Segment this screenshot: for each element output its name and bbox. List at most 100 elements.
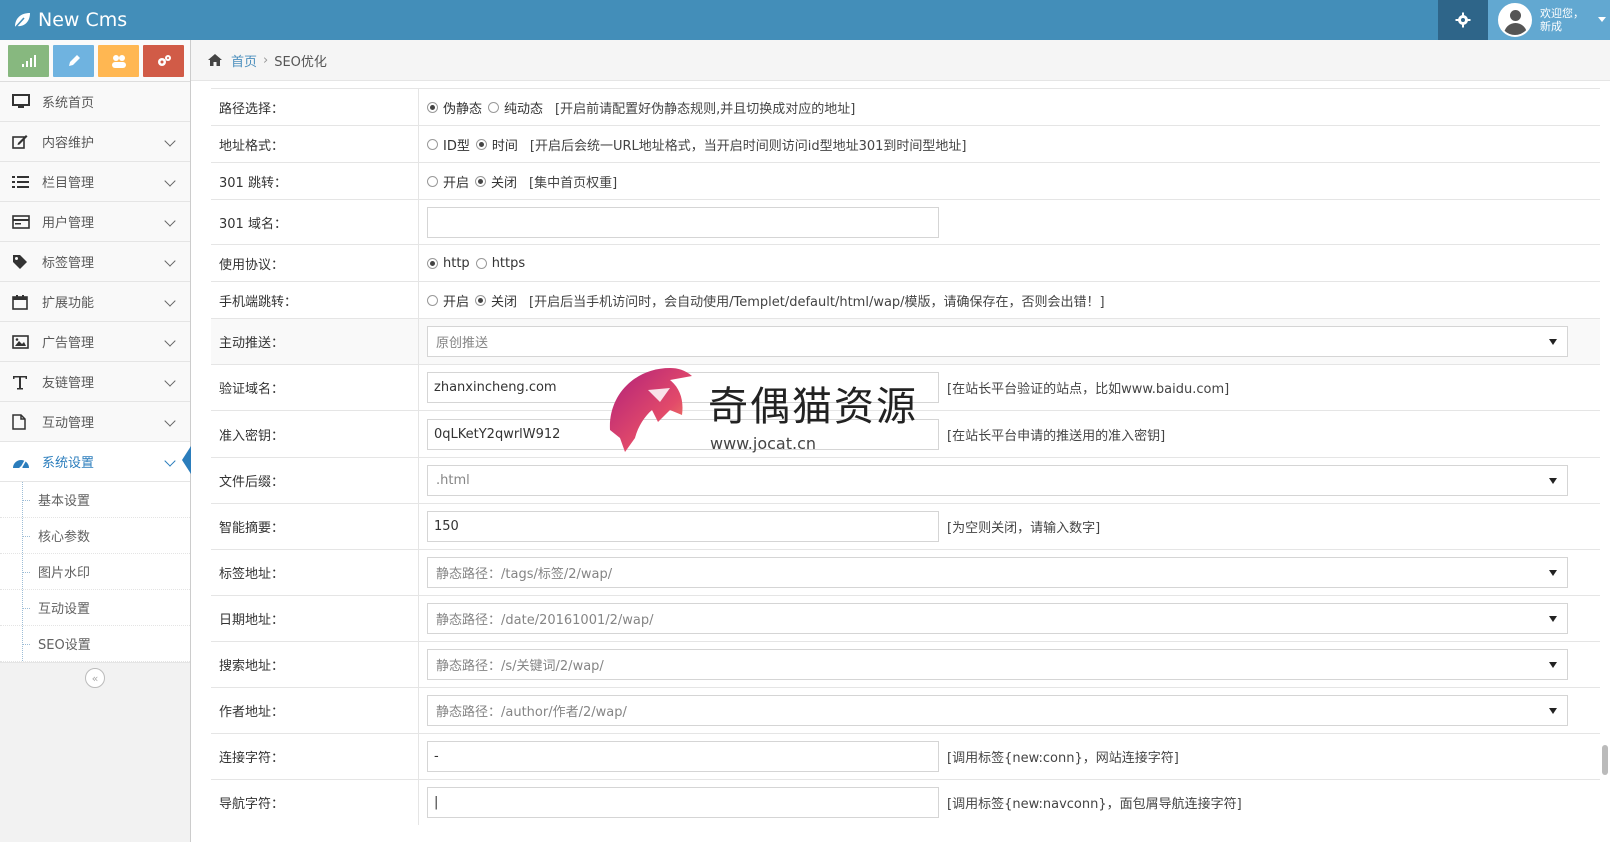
breadcrumb-current: SEO优化 (274, 54, 327, 70)
search-url-select[interactable]: 静态路径：/s/关键词/2/wap/ (427, 649, 1568, 680)
sidebar-item-5[interactable]: 扩展功能 (0, 282, 190, 322)
nav-char-input[interactable]: | (427, 787, 939, 818)
radio-label: http (443, 255, 470, 271)
sidebar-item-9[interactable]: 系统设置 (0, 442, 191, 482)
users-icon (111, 54, 126, 68)
sidebar-item-label: 用户管理 (42, 216, 95, 231)
text-icon (12, 374, 42, 390)
submenu-item-seo[interactable]: SEO设置 (0, 626, 190, 662)
shortcut-settings-button[interactable] (143, 44, 184, 77)
radio-label: ID型 (443, 138, 470, 154)
desktop-icon (12, 94, 42, 109)
field-label: 连接字符： (211, 734, 419, 779)
sidebar-item-6[interactable]: 广告管理 (0, 322, 190, 362)
radio-id-type[interactable] (427, 138, 438, 150)
verify-domain-input[interactable]: zhanxincheng.com (427, 372, 939, 403)
field-label: 301 域名： (211, 200, 419, 244)
radio-label: 伪静态 (443, 101, 483, 117)
username: 新成 (1540, 20, 1562, 33)
page-scrollbar[interactable] (1602, 745, 1608, 775)
form-row-file-suffix: 文件后缀： .html (211, 457, 1600, 503)
settings-gear-button[interactable] (1438, 0, 1488, 40)
conn-char-input[interactable]: - (427, 741, 939, 772)
radio-label: 开启 (443, 175, 470, 191)
sidebar-item-label: 栏目管理 (42, 176, 95, 191)
radio-301-on[interactable] (427, 175, 438, 187)
field-hint: [为空则关闭，请输入数字] (947, 521, 1101, 536)
home-icon (208, 54, 222, 66)
select-value: 原创推送 (436, 336, 489, 351)
card-icon (12, 214, 42, 229)
radio-label: 关闭 (491, 175, 518, 191)
sidebar-item-3[interactable]: 用户管理 (0, 202, 190, 242)
gear-icon (1455, 12, 1471, 28)
field-hint: [开启后当手机访问时，会自动使用/Templet/default/html/wa… (529, 294, 1105, 310)
push-select[interactable]: 原创推送 (427, 326, 1568, 357)
sidebar-item-8[interactable]: 互动管理 (0, 402, 190, 442)
sidebar-item-4[interactable]: 标签管理 (0, 242, 190, 282)
field-label: 路径选择： (211, 89, 419, 125)
form-row-access-key: 准入密钥： 0qLKetY2qwrlW912 [在站长平台申请的推送用的准入密钥… (211, 410, 1600, 457)
user-menu[interactable]: 欢迎您， 新成 (1488, 0, 1610, 40)
radio-time-type[interactable] (475, 138, 487, 150)
access-key-input[interactable]: 0qLKetY2qwrlW912 (427, 418, 939, 450)
brand-title: New Cms (38, 9, 128, 31)
field-label: 文件后缀： (211, 458, 419, 503)
submenu-item-core[interactable]: 核心参数 (0, 518, 190, 554)
form-row-301-domain: 301 域名： (211, 199, 1600, 244)
author-url-select[interactable]: 静态路径：/author/作者/2/wap/ (427, 695, 1568, 726)
sidebar-item-0[interactable]: 系统首页 (0, 82, 190, 122)
field-label: 手机端跳转： (211, 282, 419, 318)
field-label: 导航字符： (211, 780, 419, 825)
submenu-item-watermark[interactable]: 图片水印 (0, 554, 190, 590)
radio-dynamic[interactable] (488, 101, 500, 113)
chevron-down-icon (164, 295, 176, 307)
edit-icon (12, 134, 42, 149)
radio-pseudo-static[interactable] (427, 101, 438, 113)
caret-down-icon (1549, 478, 1557, 484)
date-url-select[interactable]: 静态路径：/date/20161001/2/wap/ (427, 603, 1568, 634)
file-suffix-select[interactable]: .html (427, 465, 1568, 496)
submenu-item-interaction[interactable]: 互动设置 (0, 590, 190, 626)
form-row-conn-char: 连接字符： - [调用标签{new:conn}，网站连接字符] (211, 733, 1600, 779)
signal-icon (21, 54, 36, 67)
form-row-search-url: 搜索地址： 静态路径：/s/关键词/2/wap/ (211, 641, 1600, 687)
domain-301-input[interactable] (427, 206, 939, 238)
field-label: 验证域名： (211, 365, 419, 410)
radio-http[interactable] (427, 257, 438, 269)
radio-label: 关闭 (491, 294, 518, 310)
top-navbar: New Cms 欢迎您， 新成 (0, 0, 1610, 40)
field-label: 地址格式： (211, 126, 419, 162)
caret-down-icon (1598, 17, 1606, 22)
smart-summary-input[interactable]: 150 (427, 511, 939, 542)
shortcut-stats-button[interactable] (8, 44, 49, 77)
tag-url-select[interactable]: 静态路径：/tags/标签/2/wap/ (427, 557, 1568, 588)
submenu-system-settings: 基本设置 核心参数 图片水印 互动设置 SEO设置 (0, 482, 190, 663)
sidebar-item-label: 扩展功能 (42, 296, 95, 311)
select-value: 静态路径：/s/关键词/2/wap/ (436, 659, 604, 674)
sidebar-item-label: 广告管理 (42, 336, 95, 351)
sidebar-collapse-button[interactable]: « (85, 668, 105, 688)
sidebar-item-7[interactable]: 友链管理 (0, 362, 190, 402)
radio-label: 纯动态 (504, 101, 544, 117)
sidebar: 系统首页 内容维护栏目管理用户管理标签管理扩展功能广告管理友链管理 互动管理 系统设置… (0, 40, 191, 842)
radio-https[interactable] (475, 257, 487, 269)
radio-mobile-off[interactable] (475, 294, 487, 306)
dashboard-icon (12, 455, 42, 469)
sidebar-item-2[interactable]: 栏目管理 (0, 162, 190, 202)
form-row-path-select: 路径选择： 伪静态 纯动态 [开启前请配置好伪静态规则,并且切换成对应的地址] (211, 88, 1600, 125)
sidebar-collapse-row: « (0, 663, 190, 693)
sidebar-item-1[interactable]: 内容维护 (0, 122, 190, 162)
picture-icon (12, 334, 42, 349)
radio-mobile-on[interactable] (427, 294, 438, 306)
breadcrumb-home-link[interactable]: 首页 (231, 51, 257, 70)
select-value: 静态路径：/tags/标签/2/wap/ (436, 567, 613, 582)
chevron-down-icon (164, 455, 176, 467)
submenu-item-basic[interactable]: 基本设置 (0, 482, 190, 518)
shortcut-edit-button[interactable] (53, 44, 94, 77)
brand-logo[interactable]: New Cms (12, 6, 127, 34)
chevron-down-icon (164, 335, 176, 347)
field-hint: [开启前请配置好伪静态规则,并且切换成对应的地址] (555, 101, 856, 117)
radio-301-off[interactable] (475, 175, 487, 187)
shortcut-users-button[interactable] (98, 44, 139, 77)
